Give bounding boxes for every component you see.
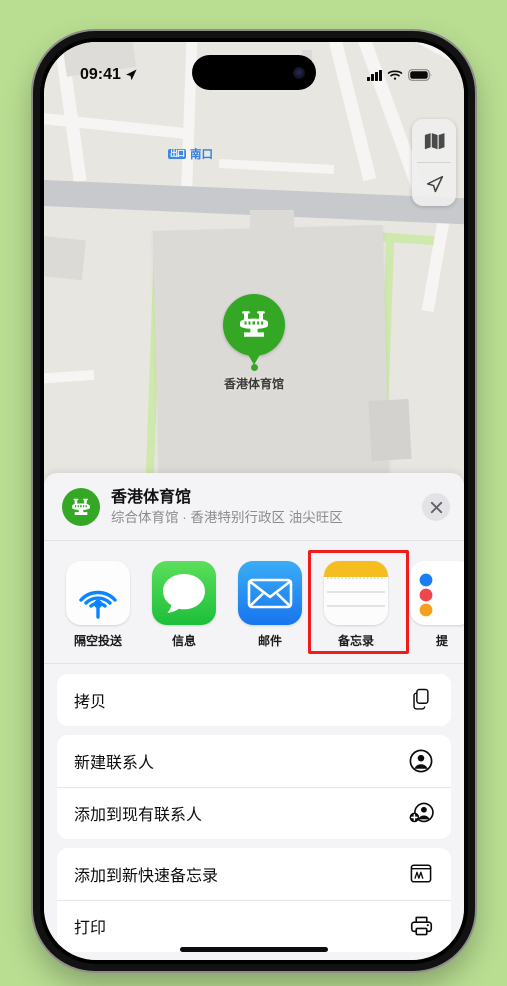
share-app-label: 备忘录: [337, 633, 374, 648]
battery-full-icon: [408, 69, 432, 81]
status-time: 09:41: [80, 66, 121, 83]
notes-icon: [324, 560, 388, 625]
action-label: 新建联系人: [74, 754, 155, 772]
action-label: 添加到新快速备忘录: [74, 867, 219, 885]
action-card: 添加到新快速备忘录 打印: [57, 847, 451, 952]
phone-frame: 出口 南口 香港体育馆 09:41 香港体育馆 综合体育馆 · 香港特别行政区 …: [33, 31, 475, 971]
transit-label-text: 南口: [190, 149, 213, 161]
share-app-mail[interactable]: 邮件: [238, 560, 302, 649]
map-canvas[interactable]: 出口 南口 香港体育馆: [44, 42, 464, 512]
stadium-icon: [223, 294, 285, 356]
printer-icon: [408, 913, 434, 939]
map-road: [44, 112, 185, 139]
place-title: 香港体育馆: [111, 489, 192, 506]
share-app-notes[interactable]: 备忘录: [308, 549, 409, 654]
share-action-list: 拷贝 新建联系人 添加到现有联系人 添加到新快速备忘录 打印: [44, 664, 464, 952]
map-place-pin[interactable]: 香港体育馆: [223, 294, 285, 392]
home-indicator[interactable]: [180, 947, 328, 952]
map-transit-label[interactable]: 出口 南口: [168, 146, 213, 162]
person-circle-icon: [408, 748, 434, 774]
status-indicators: [367, 69, 432, 81]
action-row-add-existing-contact[interactable]: 添加到现有联系人: [57, 786, 451, 839]
share-app-airdrop[interactable]: 隔空投送: [66, 560, 130, 649]
person-badge-plus-icon: [408, 800, 434, 826]
reminders-icon: [410, 560, 464, 625]
stadium-icon: [62, 488, 100, 527]
phone-bezel: 出口 南口 香港体育馆 09:41 香港体育馆 综合体育馆 · 香港特别行政区 …: [40, 38, 468, 964]
action-row-new-quick-note[interactable]: 添加到新快速备忘录: [57, 848, 451, 900]
share-app-reminders[interactable]: 提: [410, 560, 464, 649]
action-card: 拷贝: [57, 673, 451, 726]
action-card: 新建联系人 添加到现有联系人: [57, 734, 451, 839]
share-app-label: 信息: [171, 633, 196, 648]
copy-icon: [408, 687, 434, 713]
location-arrow-icon[interactable]: [412, 163, 456, 206]
action-row-copy[interactable]: 拷贝: [57, 674, 451, 726]
action-label: 添加到现有联系人: [74, 807, 203, 825]
map-pin-anchor-dot: [250, 364, 258, 371]
map-building: [368, 398, 412, 462]
share-sheet: 香港体育馆 综合体育馆 · 香港特别行政区 油尖旺区 隔空投送 信息 邮件 备忘…: [44, 473, 464, 960]
cellular-bars-icon: [367, 69, 382, 81]
location-arrow-icon: [125, 69, 137, 81]
airdrop-icon: [66, 560, 130, 625]
quick-note-icon: [408, 861, 434, 887]
share-sheet-titles: 香港体育馆 综合体育馆 · 香港特别行政区 油尖旺区: [111, 488, 411, 527]
map-road: [44, 369, 95, 385]
share-app-label: 邮件: [257, 633, 282, 648]
wifi-icon: [387, 70, 403, 80]
map-pin-label: 香港体育馆: [223, 377, 284, 391]
close-icon: [430, 501, 442, 513]
share-sheet-header: 香港体育馆 综合体育馆 · 香港特别行政区 油尖旺区: [44, 473, 464, 541]
share-app-row[interactable]: 隔空投送 信息 邮件 备忘录 提: [44, 541, 464, 664]
map-style-icon[interactable]: [412, 119, 456, 162]
messages-icon: [152, 560, 216, 625]
action-label: 打印: [74, 920, 107, 938]
status-time-group: 09:41: [80, 66, 138, 84]
close-button[interactable]: [422, 493, 450, 522]
share-app-label: 隔空投送: [73, 633, 122, 648]
share-app-label: 提: [435, 633, 448, 648]
map-building: [44, 235, 86, 281]
place-subtitle: 综合体育馆 · 香港特别行政区 油尖旺区: [111, 510, 343, 525]
map-controls-panel[interactable]: [412, 119, 456, 206]
mail-icon: [238, 560, 302, 625]
front-camera-icon: [293, 66, 305, 79]
transit-exit-icon: 出口: [168, 149, 186, 159]
map-road: [218, 158, 335, 175]
action-row-print[interactable]: 打印: [57, 899, 451, 952]
action-row-new-contact[interactable]: 新建联系人: [57, 735, 451, 787]
share-app-messages[interactable]: 信息: [152, 560, 216, 649]
phone-screen: 出口 南口 香港体育馆 09:41 香港体育馆 综合体育馆 · 香港特别行政区 …: [44, 42, 464, 960]
map-building: [250, 210, 294, 236]
action-label: 拷贝: [74, 693, 107, 711]
dynamic-island[interactable]: [192, 55, 316, 90]
